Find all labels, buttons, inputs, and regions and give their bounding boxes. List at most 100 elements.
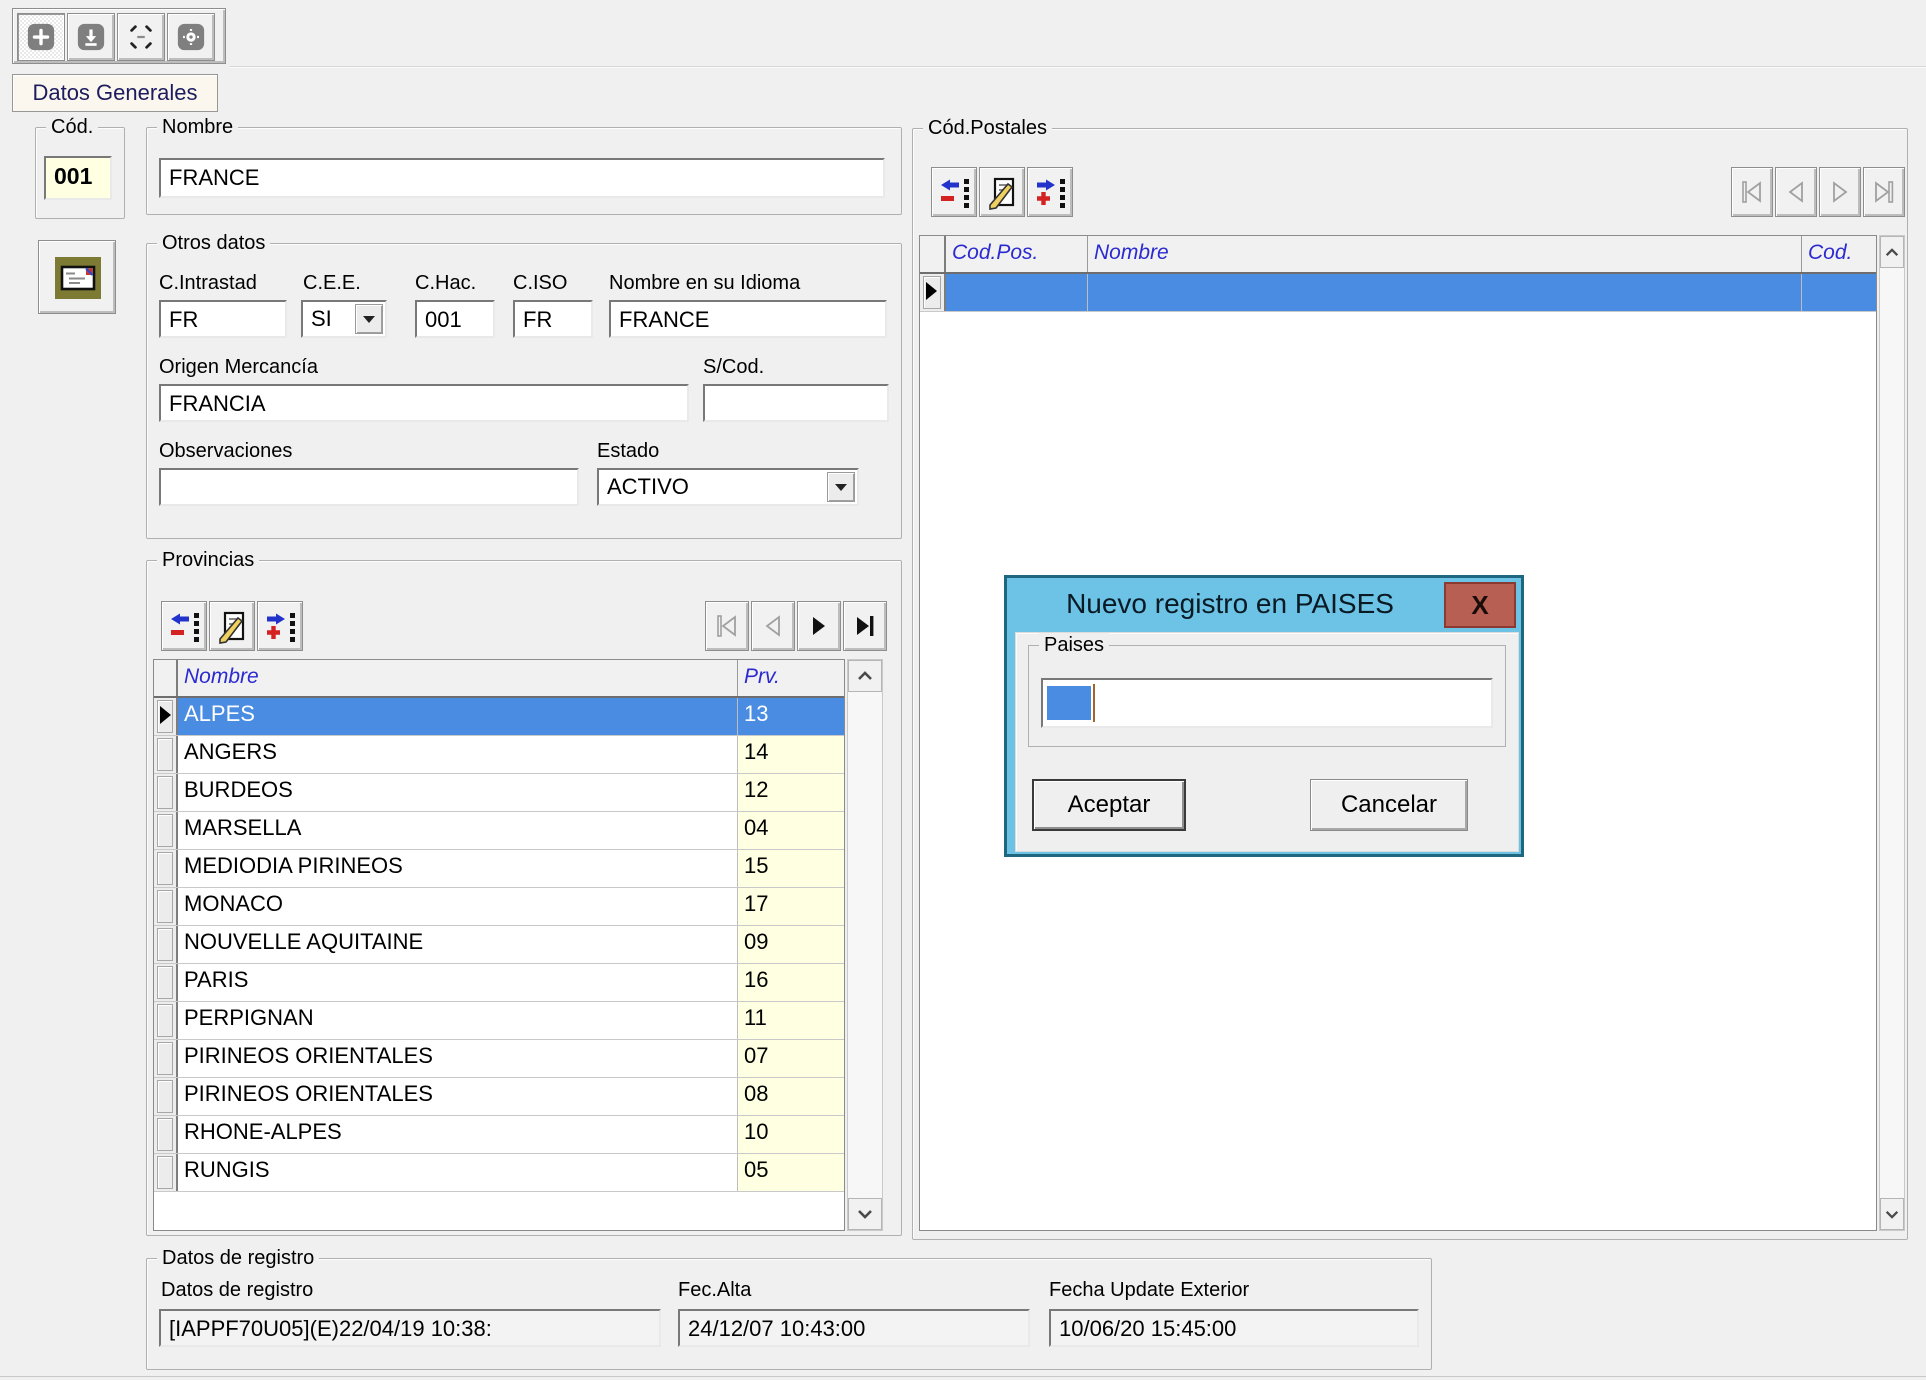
table-row[interactable]: PERPIGNAN11: [154, 1002, 844, 1040]
codpostales-next-record-button[interactable]: [1819, 167, 1861, 217]
codpos-column-header[interactable]: Cod.Pos.: [946, 236, 1088, 272]
cod-field[interactable]: 001: [44, 156, 112, 200]
codpostales-delete-record-button[interactable]: [931, 167, 977, 217]
cee-combobox[interactable]: SI: [301, 300, 387, 338]
row-indicator[interactable]: [154, 888, 178, 925]
scroll-down-button[interactable]: [1880, 1198, 1904, 1230]
aceptar-button[interactable]: Aceptar: [1032, 779, 1186, 831]
provincias-edit-record-button[interactable]: [209, 601, 255, 651]
codpostales-first-record-button[interactable]: [1731, 167, 1773, 217]
row-indicator[interactable]: [154, 1116, 178, 1153]
provincias-first-record-button[interactable]: [705, 601, 749, 651]
cell[interactable]: PERPIGNAN: [178, 1002, 738, 1039]
cell[interactable]: 07: [738, 1040, 844, 1077]
cell[interactable]: [1802, 274, 1876, 311]
table-row[interactable]: PIRINEOS ORIENTALES08: [154, 1078, 844, 1116]
scroll-down-button[interactable]: [848, 1198, 882, 1230]
cell[interactable]: 14: [738, 736, 844, 773]
table-row[interactable]: MONACO17: [154, 888, 844, 926]
c-hac-field[interactable]: 001: [415, 300, 495, 338]
estado-combobox[interactable]: ACTIVO: [597, 468, 859, 506]
observaciones-field[interactable]: [159, 468, 579, 506]
cell[interactable]: 10: [738, 1116, 844, 1153]
c-intrastad-field[interactable]: FR: [159, 300, 287, 338]
row-indicator[interactable]: [154, 1078, 178, 1115]
cell[interactable]: ALPES: [178, 698, 738, 735]
row-indicator[interactable]: [154, 812, 178, 849]
table-row[interactable]: BURDEOS12: [154, 774, 844, 812]
row-indicator[interactable]: [154, 926, 178, 963]
cancelar-button[interactable]: Cancelar: [1310, 779, 1468, 831]
row-indicator[interactable]: [920, 274, 946, 311]
row-indicator[interactable]: [154, 1040, 178, 1077]
table-row[interactable]: ANGERS14: [154, 736, 844, 774]
cell[interactable]: 04: [738, 812, 844, 849]
table-row[interactable]: PARIS16: [154, 964, 844, 1002]
estado-dropdown-button[interactable]: [827, 472, 855, 502]
row-indicator[interactable]: [154, 850, 178, 887]
cell[interactable]: 05: [738, 1154, 844, 1191]
codpostales-scrollbar[interactable]: [1879, 235, 1905, 1231]
scroll-up-button[interactable]: [848, 660, 882, 692]
cell[interactable]: [946, 274, 1088, 311]
table-row[interactable]: RUNGIS05: [154, 1154, 844, 1192]
table-row[interactable]: MARSELLA04: [154, 812, 844, 850]
table-row[interactable]: ALPES13: [154, 698, 844, 736]
codpostales-prev-record-button[interactable]: [1775, 167, 1817, 217]
dialog-close-button[interactable]: X: [1444, 582, 1516, 628]
nombre-column-header[interactable]: Nombre: [1088, 236, 1802, 272]
cod-column-header[interactable]: Cod.: [1802, 236, 1876, 272]
row-indicator[interactable]: [154, 1154, 178, 1191]
provincias-next-record-button[interactable]: [797, 601, 841, 651]
cell[interactable]: 09: [738, 926, 844, 963]
options-toolbar-button[interactable]: [167, 13, 215, 61]
table-row[interactable]: PIRINEOS ORIENTALES07: [154, 1040, 844, 1078]
codpostales-add-record-button[interactable]: [1027, 167, 1073, 217]
provincias-scrollbar[interactable]: [847, 659, 883, 1231]
row-indicator[interactable]: [154, 964, 178, 1001]
focus-toolbar-button[interactable]: [117, 13, 165, 61]
cell[interactable]: 15: [738, 850, 844, 887]
cell[interactable]: 12: [738, 774, 844, 811]
codpostales-edit-record-button[interactable]: [979, 167, 1025, 217]
row-indicator[interactable]: [154, 698, 178, 735]
cell[interactable]: 17: [738, 888, 844, 925]
new-record-toolbar-button[interactable]: [17, 13, 65, 61]
row-indicator[interactable]: [154, 1002, 178, 1039]
prv-column-header[interactable]: Prv.: [738, 660, 844, 696]
cell[interactable]: ANGERS: [178, 736, 738, 773]
cell[interactable]: MARSELLA: [178, 812, 738, 849]
nombre-field[interactable]: FRANCE: [159, 158, 885, 198]
nombre-idioma-field[interactable]: FRANCE: [609, 300, 887, 338]
cell[interactable]: BURDEOS: [178, 774, 738, 811]
cell[interactable]: MONACO: [178, 888, 738, 925]
cell[interactable]: NOUVELLE AQUITAINE: [178, 926, 738, 963]
c-iso-field[interactable]: FR: [513, 300, 593, 338]
cell[interactable]: MEDIODIA PIRINEOS: [178, 850, 738, 887]
s-cod-field[interactable]: [703, 384, 889, 422]
row-indicator[interactable]: [154, 736, 178, 773]
cell[interactable]: PIRINEOS ORIENTALES: [178, 1078, 738, 1115]
provincias-prev-record-button[interactable]: [751, 601, 795, 651]
provincias-delete-record-button[interactable]: [161, 601, 207, 651]
cee-dropdown-button[interactable]: [355, 304, 383, 334]
cell[interactable]: 08: [738, 1078, 844, 1115]
table-row[interactable]: RHONE-ALPES10: [154, 1116, 844, 1154]
cell[interactable]: PIRINEOS ORIENTALES: [178, 1040, 738, 1077]
provincias-add-record-button[interactable]: [257, 601, 303, 651]
cell[interactable]: 11: [738, 1002, 844, 1039]
cell[interactable]: [1088, 274, 1802, 311]
scroll-up-button[interactable]: [1880, 236, 1904, 268]
card-button[interactable]: [38, 240, 116, 314]
cell[interactable]: RHONE-ALPES: [178, 1116, 738, 1153]
pais-input[interactable]: [1041, 678, 1493, 728]
cell[interactable]: RUNGIS: [178, 1154, 738, 1191]
codpostales-last-record-button[interactable]: [1863, 167, 1905, 217]
table-row[interactable]: MEDIODIA PIRINEOS15: [154, 850, 844, 888]
tab-datos-generales[interactable]: Datos Generales: [12, 74, 218, 112]
provincias-last-record-button[interactable]: [843, 601, 887, 651]
save-toolbar-button[interactable]: [67, 13, 115, 61]
table-row[interactable]: [920, 274, 1876, 312]
cell[interactable]: 13: [738, 698, 844, 735]
cell[interactable]: 16: [738, 964, 844, 1001]
